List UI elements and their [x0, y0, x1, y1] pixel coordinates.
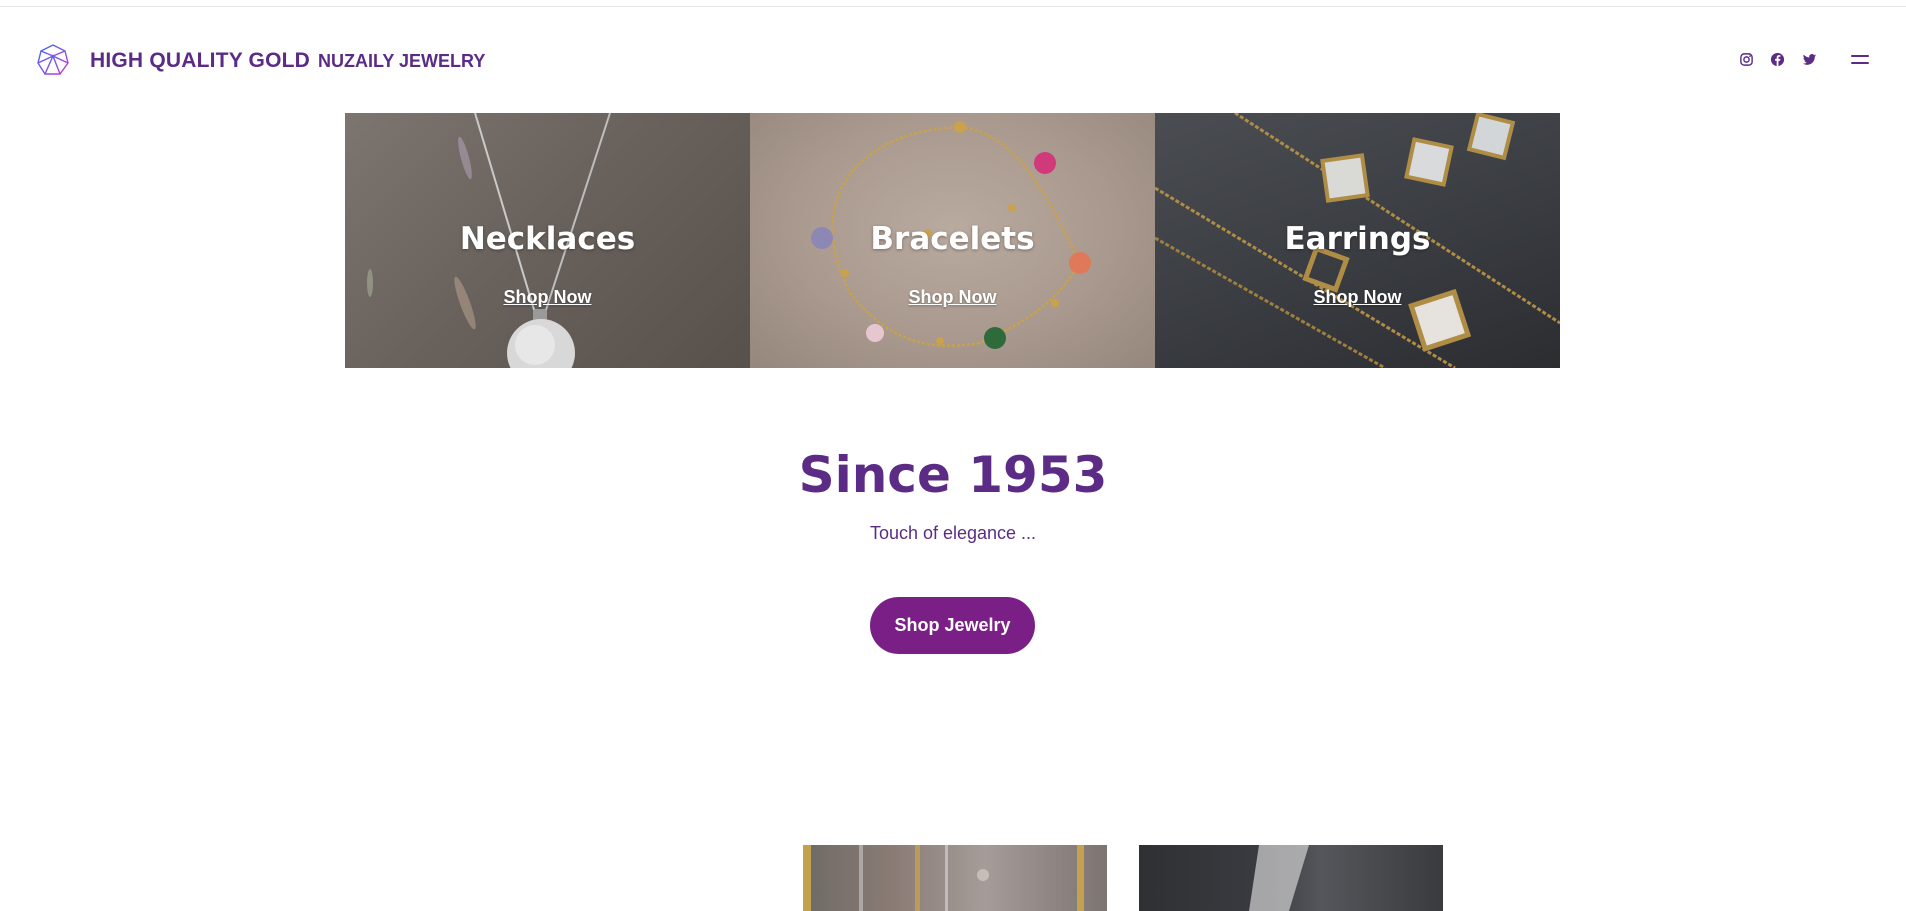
category-banners: Necklaces Shop Now Bracelets Shop Now Ea…: [345, 113, 1560, 368]
facebook-icon[interactable]: [1768, 50, 1786, 68]
twitter-icon[interactable]: [1800, 50, 1818, 68]
diamond-logo-icon[interactable]: [36, 43, 70, 77]
product-preview-image[interactable]: [1139, 845, 1443, 911]
site-header: HIGH QUALITY GOLD NUZAILY JEWELRY: [0, 36, 1906, 82]
category-title: Bracelets: [870, 221, 1035, 257]
category-title: Earrings: [1284, 221, 1431, 257]
instagram-icon[interactable]: [1737, 50, 1755, 68]
brand-name[interactable]: HIGH QUALITY GOLD: [90, 49, 310, 73]
top-divider: [0, 6, 1906, 7]
shop-now-link[interactable]: Shop Now: [750, 287, 1155, 308]
hamburger-menu-icon[interactable]: [1850, 50, 1870, 68]
shop-now-link[interactable]: Shop Now: [1155, 287, 1560, 308]
sub-brand-name[interactable]: NUZAILY JEWELRY: [318, 51, 485, 72]
product-preview-image[interactable]: [803, 845, 1107, 911]
category-title: Necklaces: [459, 221, 636, 257]
category-necklaces[interactable]: Necklaces Shop Now: [345, 113, 750, 368]
shop-now-link[interactable]: Shop Now: [345, 287, 750, 308]
shop-jewelry-button[interactable]: Shop Jewelry: [870, 597, 1035, 654]
category-bracelets[interactable]: Bracelets Shop Now: [750, 113, 1155, 368]
hero-title: Since 1953: [798, 446, 1108, 504]
category-earrings[interactable]: Earrings Shop Now: [1155, 113, 1560, 368]
hero-subtitle: Touch of elegance ...: [869, 523, 1037, 543]
